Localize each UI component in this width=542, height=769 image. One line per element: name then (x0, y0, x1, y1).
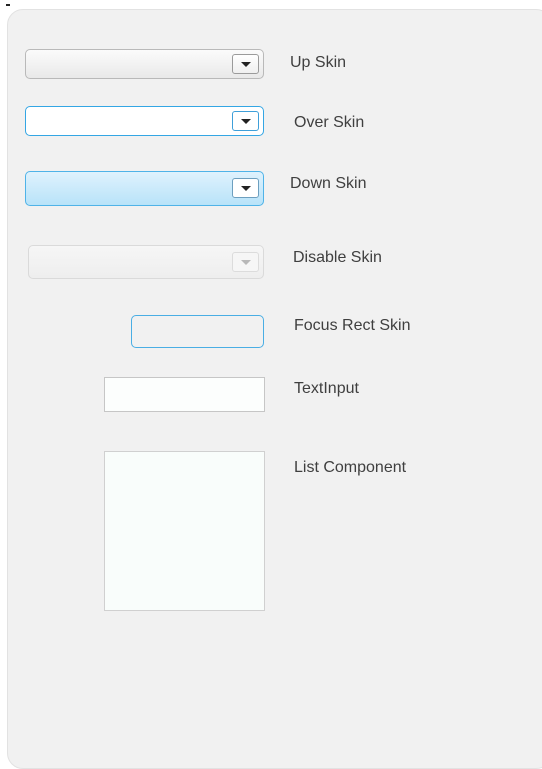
list-component-box[interactable] (104, 451, 265, 611)
down-skin-label: Down Skin (290, 175, 367, 192)
focus-rect-skin-label: Focus Rect Skin (294, 317, 411, 334)
combobox-down-skin[interactable] (25, 171, 264, 206)
disable-skin-label: Disable Skin (293, 249, 382, 266)
over-skin-label: Over Skin (294, 114, 365, 131)
combobox-disabled-dropdown-button (232, 252, 259, 272)
text-input-field[interactable] (104, 377, 265, 412)
up-skin-label: Up Skin (290, 54, 347, 71)
list-component-label: List Component (294, 459, 407, 476)
combobox-down-dropdown-button[interactable] (232, 178, 259, 198)
text-input-label: TextInput (294, 380, 359, 397)
focus-rect-skin (131, 315, 264, 348)
combobox-up-dropdown-button[interactable] (232, 54, 259, 74)
combobox-up-skin[interactable] (25, 49, 264, 79)
corner-mark (6, 4, 10, 6)
chevron-down-icon (241, 186, 251, 191)
chevron-down-icon (241, 119, 251, 124)
chevron-down-icon (241, 62, 251, 67)
combobox-disabled-skin (28, 245, 264, 279)
combobox-over-skin[interactable] (25, 106, 264, 136)
combobox-over-dropdown-button[interactable] (232, 111, 259, 131)
chevron-down-icon (241, 260, 251, 265)
